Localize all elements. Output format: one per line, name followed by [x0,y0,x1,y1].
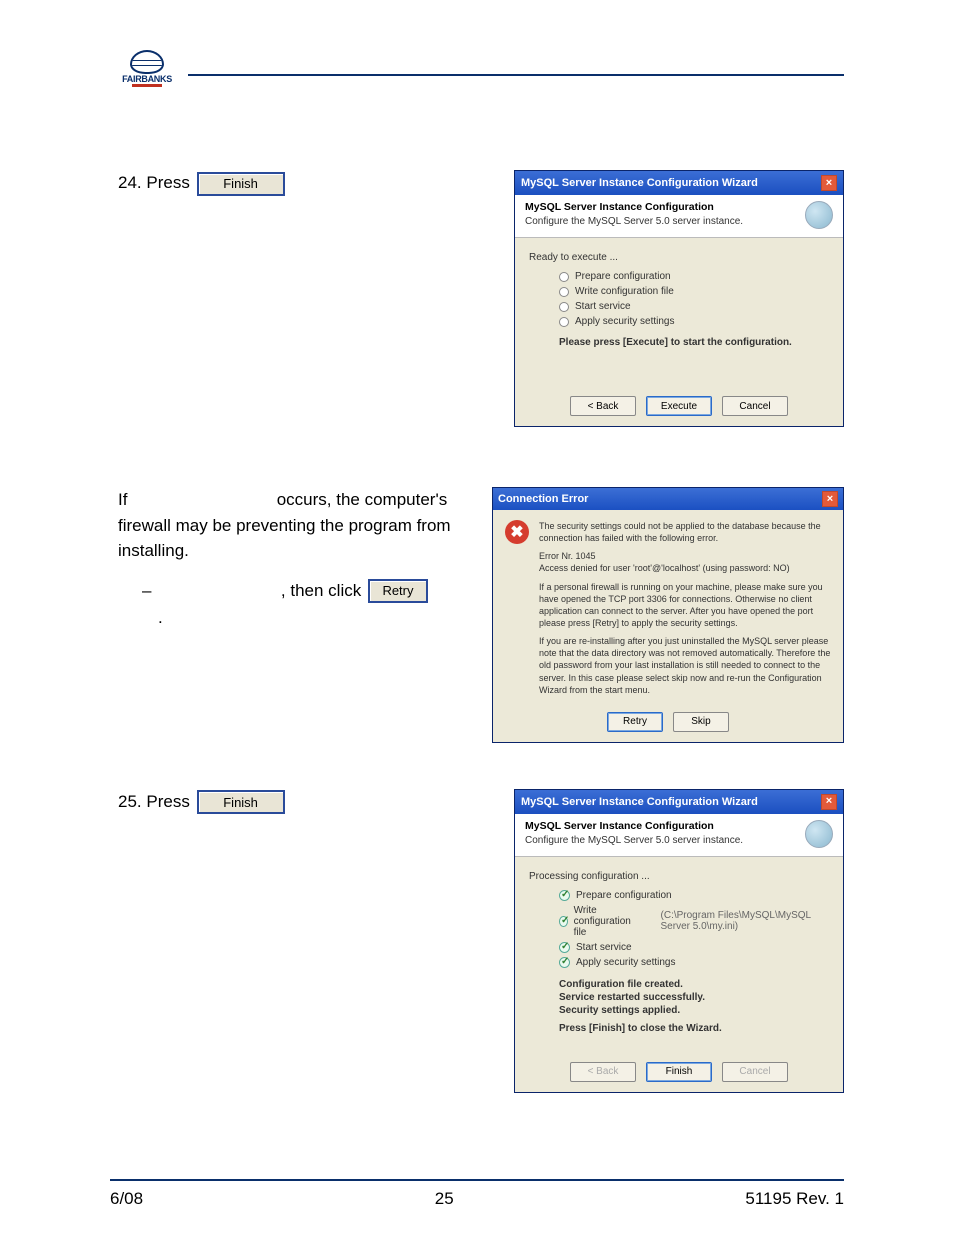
finish-button[interactable]: Finish [646,1062,712,1082]
connection-error-dialog: Connection Error × ✖ The security settin… [492,487,844,743]
cancel-button: Cancel [722,1062,788,1082]
step-25-text: 25. Press Finish [118,789,493,1093]
list-item: Start service [559,942,829,953]
list-item: Start service [559,301,829,312]
dialog-titlebar: MySQL Server Instance Configuration Wiza… [515,171,843,195]
close-icon[interactable]: × [821,175,837,191]
list-item: Write configuration file [559,286,829,297]
step-24-text: 24. Press Finish [118,170,493,427]
dialog-titlebar: MySQL Server Instance Configuration Wiza… [515,790,843,814]
back-button[interactable]: < Back [570,396,636,416]
firewall-note: If Connection Error occurs, the computer… [118,487,478,743]
list-item: Prepare configuration [559,271,829,282]
dialog-heading: MySQL Server Instance Configuration [525,820,714,832]
error-para: The security settings could not be appli… [539,520,831,544]
page-footer: 6/08 25 51195 Rev. 1 [110,1179,844,1209]
status-text: Processing configuration ... [529,871,829,882]
mysql-dolphin-icon [805,820,833,848]
close-icon[interactable]: × [821,794,837,810]
finish-button-inline[interactable]: Finish [197,172,285,196]
status-text: Ready to execute ... [529,252,829,263]
success-text: Configuration file created. Service rest… [559,978,829,1017]
footer-doc-id: 51195 Rev. 1 [745,1189,844,1209]
error-para: If a personal firewall is running on you… [539,581,831,630]
header-rule [188,74,844,76]
execute-button[interactable]: Execute [646,396,712,416]
list-item: Write configuration file (C:\Program Fil… [559,905,829,938]
page-header: FAIRBANKS [118,50,844,100]
instruction-text: Press [Finish] to close the Wizard. [559,1023,829,1034]
list-item: Apply security settings [559,316,829,327]
error-para: Error Nr. 1045Access denied for user 'ro… [539,550,831,574]
list-item: Apply security settings [559,957,829,968]
mysql-config-dialog-ready: MySQL Server Instance Configuration Wiza… [514,170,844,427]
dialog-heading: MySQL Server Instance Configuration [525,201,714,213]
error-para: If you are re-installing after you just … [539,635,831,696]
retry-button[interactable]: Retry [607,712,663,732]
error-titlebar: Connection Error × [493,488,843,510]
fairbanks-logo: FAIRBANKS [118,50,176,100]
page-number: 25 [435,1189,454,1209]
finish-button-inline[interactable]: Finish [197,790,285,814]
error-icon: ✖ [505,520,529,544]
mysql-dolphin-icon [805,201,833,229]
cancel-button[interactable]: Cancel [722,396,788,416]
instruction-text: Please press [Execute] to start the conf… [559,337,829,348]
dialog-subheading: Configure the MySQL Server 5.0 server in… [525,835,797,846]
skip-button[interactable]: Skip [673,712,729,732]
footer-date: 6/08 [110,1189,143,1209]
close-icon[interactable]: × [822,491,838,507]
dialog-subheading: Configure the MySQL Server 5.0 server in… [525,216,797,227]
back-button: < Back [570,1062,636,1082]
list-item: Prepare configuration [559,890,829,901]
mysql-config-dialog-done: MySQL Server Instance Configuration Wiza… [514,789,844,1093]
retry-button-inline[interactable]: Retry [368,579,428,603]
